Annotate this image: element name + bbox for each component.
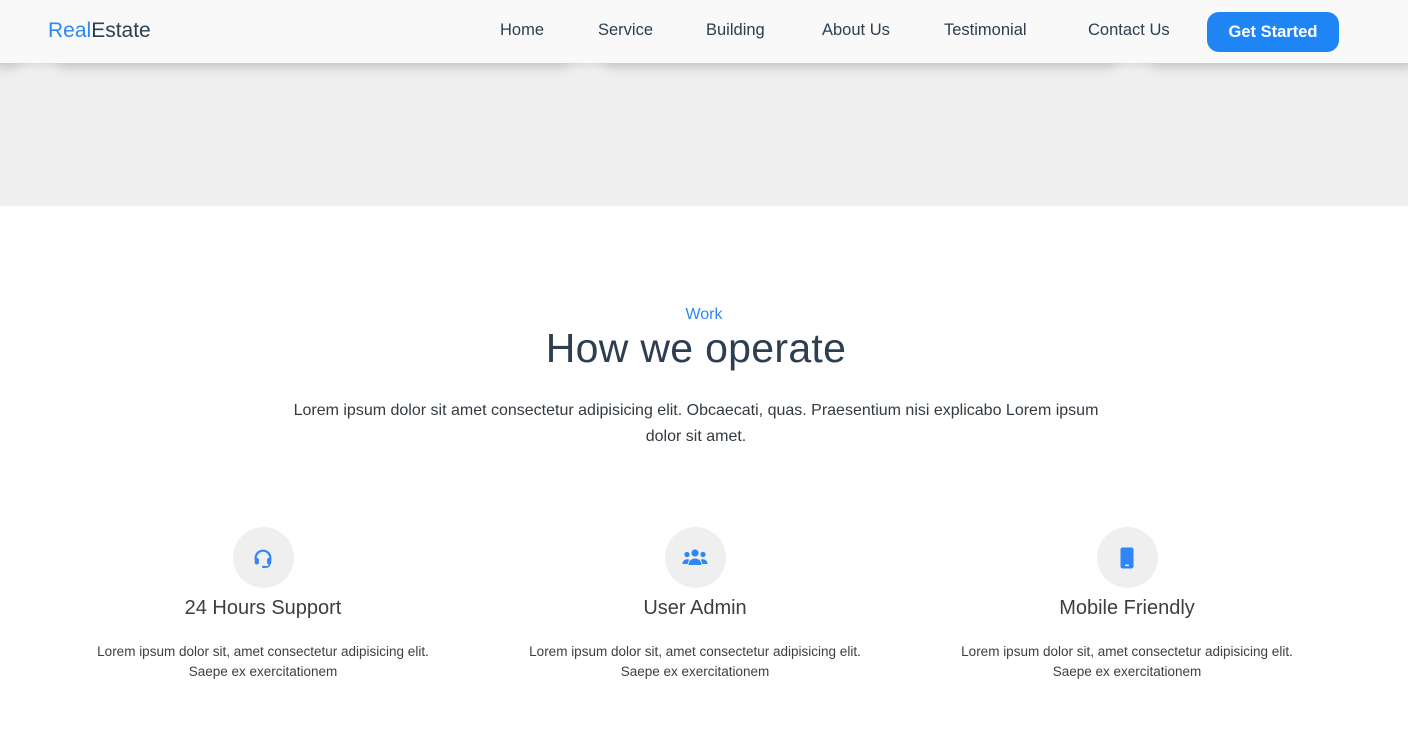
- feature-icon-circle: [1096, 527, 1158, 588]
- feature-support: 24 Hours Support Lorem ipsum dolor sit, …: [83, 527, 443, 682]
- feature-title: Mobile Friendly: [1059, 597, 1195, 619]
- section-title: How we operate: [545, 325, 847, 371]
- nav-home[interactable]: Home: [500, 21, 544, 40]
- get-started-button[interactable]: Get Started: [1207, 12, 1339, 52]
- feature-user-admin: User Admin Lorem ipsum dolor sit, amet c…: [515, 527, 875, 682]
- users-icon: [682, 548, 708, 565]
- brand-accent: Real: [48, 19, 92, 42]
- feature-description: Lorem ipsum dolor sit, amet consectetur …: [97, 644, 429, 679]
- brand-rest: Estate: [91, 19, 151, 42]
- nav-service[interactable]: Service: [598, 21, 653, 40]
- feature-title: 24 Hours Support: [184, 597, 342, 619]
- brand-logo[interactable]: RealEstate: [48, 19, 151, 43]
- headset-icon: [254, 549, 272, 568]
- mobile-icon: [1120, 547, 1134, 568]
- section-lead: Lorem ipsum dolor sit amet consectetur a…: [293, 402, 1099, 445]
- feature-description: Lorem ipsum dolor sit, amet consectetur …: [529, 644, 861, 679]
- nav-about-us[interactable]: About Us: [822, 21, 890, 40]
- section-eyebrow: Work: [685, 306, 723, 323]
- feature-mobile-friendly: Mobile Friendly Lorem ipsum dolor sit, a…: [947, 527, 1307, 682]
- feature-title: User Admin: [643, 597, 747, 619]
- navbar: RealEstate Home Service Building About U…: [0, 0, 1408, 63]
- page: RealEstate Home Service Building About U…: [0, 0, 1408, 753]
- feature-icon-circle: [232, 527, 294, 588]
- nav-testimonial[interactable]: Testimonial: [944, 21, 1027, 40]
- feature-icon-circle: [664, 527, 726, 588]
- feature-description: Lorem ipsum dolor sit, amet consectetur …: [961, 644, 1293, 679]
- nav-building[interactable]: Building: [706, 21, 765, 40]
- nav-contact-us[interactable]: Contact Us: [1088, 21, 1170, 40]
